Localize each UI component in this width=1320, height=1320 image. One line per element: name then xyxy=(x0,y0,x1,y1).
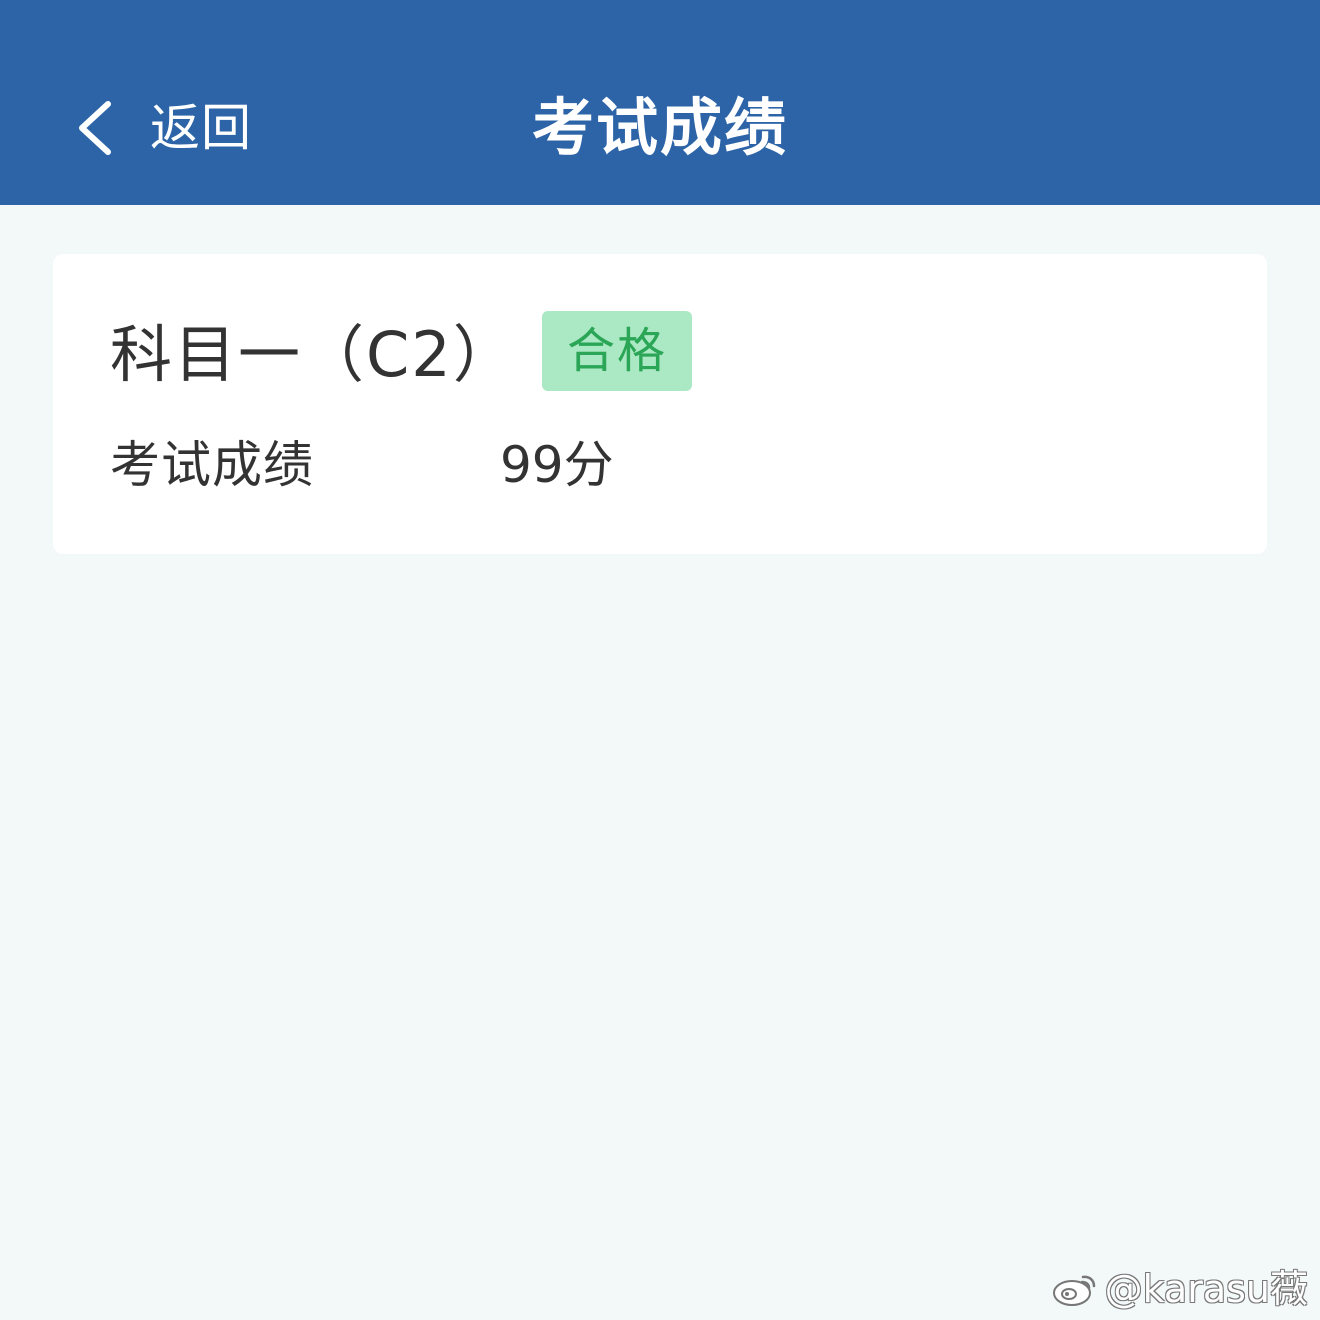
weibo-icon xyxy=(1052,1275,1095,1306)
status-badge: 合格 xyxy=(542,311,692,391)
watermark-text: @karasu薇 xyxy=(1104,1267,1308,1311)
exam-result-card: 科目一（C2） 合格 考试成绩 99分 xyxy=(53,254,1267,554)
subject-title: 科目一（C2） xyxy=(110,318,517,391)
watermark: @karasu薇 xyxy=(1051,1262,1308,1316)
page-title: 考试成绩 xyxy=(531,91,788,164)
top-navigation-bar: 返回 考试成绩 xyxy=(0,0,1320,205)
score-value: 99分 xyxy=(500,436,614,494)
score-label: 考试成绩 xyxy=(110,436,314,494)
